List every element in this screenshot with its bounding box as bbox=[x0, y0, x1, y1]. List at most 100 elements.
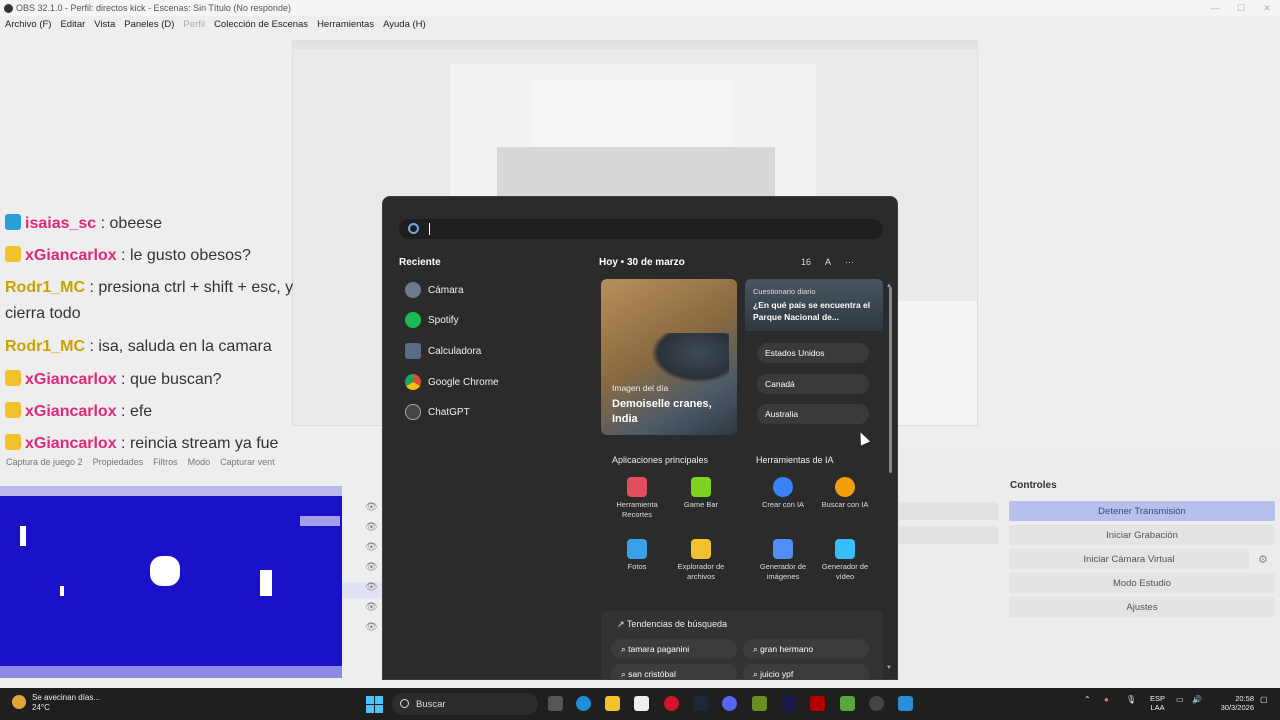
tray-chevron-icon[interactable]: ⌃ bbox=[1084, 695, 1091, 704]
eye-icon[interactable]: 👁 bbox=[365, 562, 378, 573]
trends-title: ↗ Tendencias de búsqueda bbox=[617, 619, 727, 629]
premiere-icon[interactable] bbox=[781, 696, 796, 711]
microphone-icon[interactable]: 🎙 bbox=[1126, 695, 1136, 704]
settings-button[interactable]: Ajustes bbox=[1009, 597, 1275, 617]
studio-mode-button[interactable]: Modo Estudio bbox=[1009, 573, 1275, 593]
trend-chip[interactable]: ⌕ tamara paganini bbox=[611, 639, 737, 659]
preview-nested-titlebar bbox=[293, 41, 977, 49]
eye-icon[interactable]: 👁 bbox=[365, 542, 378, 553]
edge-icon[interactable] bbox=[576, 696, 591, 711]
app-image-generator[interactable]: Generador de imágenes bbox=[753, 539, 813, 582]
obs-icon[interactable] bbox=[869, 696, 884, 711]
volume-icon[interactable]: 🔊 bbox=[1192, 695, 1202, 704]
notifications-icon[interactable]: ▢ bbox=[1260, 695, 1268, 704]
trend-chip[interactable]: ⌕ gran hermano bbox=[743, 639, 869, 659]
crown-badge-icon bbox=[5, 246, 21, 262]
app-snipping-tool[interactable]: Herramienta Recortes bbox=[607, 477, 667, 520]
quiz-option[interactable]: Canadá bbox=[757, 374, 869, 394]
maximize-button[interactable]: ☐ bbox=[1228, 0, 1254, 16]
store-icon[interactable] bbox=[634, 696, 649, 711]
menu-paneles[interactable]: Paneles (D) bbox=[124, 19, 174, 30]
eye-icon[interactable]: 👁 bbox=[365, 582, 378, 593]
menu-editar[interactable]: Editar bbox=[60, 19, 85, 30]
quiz-option[interactable]: Estados Unidos bbox=[757, 343, 869, 363]
eye-icon[interactable]: 👁 bbox=[365, 522, 378, 533]
clock[interactable]: 20:58 30/3/2026 bbox=[1210, 694, 1254, 712]
trend-chip[interactable]: ⌕ juicio ypf bbox=[743, 664, 869, 679]
language-indicator[interactable]: ESP LAA bbox=[1150, 694, 1165, 712]
minecraft-icon[interactable] bbox=[752, 696, 767, 711]
title-bar: OBS 32.1.0 - Perfil: directos kick - Esc… bbox=[0, 0, 1280, 16]
taskbar-search[interactable]: Buscar bbox=[392, 693, 538, 715]
minimize-button[interactable]: — bbox=[1202, 0, 1228, 16]
menu-vista[interactable]: Vista bbox=[94, 19, 115, 30]
properties-button[interactable]: Propiedades bbox=[93, 457, 144, 467]
font-button[interactable]: A bbox=[825, 257, 831, 267]
daily-quiz-card[interactable]: Cuestionario diario ¿En qué país se encu… bbox=[745, 279, 883, 435]
start-recording-button[interactable]: Iniciar Grabación bbox=[1009, 525, 1275, 545]
start-search-input[interactable] bbox=[399, 219, 883, 239]
stop-streaming-button[interactable]: Detener Transmisión bbox=[1009, 501, 1275, 521]
start-scrollbar[interactable] bbox=[889, 287, 892, 473]
source-name[interactable]: Captura de juego 2 bbox=[6, 457, 83, 467]
search-trends-card: ↗ Tendencias de búsqueda ⌕ tamara pagani… bbox=[601, 611, 883, 679]
app-create-with-ai[interactable]: Crear con IA bbox=[753, 477, 813, 510]
app-game-bar[interactable]: Game Bar bbox=[671, 477, 731, 510]
menu-ayuda[interactable]: Ayuda (H) bbox=[383, 19, 426, 30]
trophy-count[interactable]: 16 bbox=[801, 257, 811, 267]
menu-bar: Archivo (F) Editar Vista Paneles (D) Per… bbox=[0, 16, 1280, 32]
recent-item-chatgpt[interactable]: ChatGPT bbox=[405, 401, 470, 423]
search-ai-icon bbox=[835, 477, 855, 497]
task-view-icon[interactable] bbox=[548, 696, 563, 711]
more-button[interactable]: ··· bbox=[845, 257, 854, 267]
image-card-title: Demoiselle cranes, India bbox=[612, 398, 712, 425]
badge-icon bbox=[5, 214, 21, 230]
acrobat-icon[interactable] bbox=[810, 696, 825, 711]
windows-start-button[interactable] bbox=[366, 696, 383, 713]
app-search-with-ai[interactable]: Buscar con IA bbox=[815, 477, 875, 510]
camera-icon bbox=[405, 282, 421, 298]
recent-item-spotify[interactable]: Spotify bbox=[405, 309, 459, 331]
crane-image bbox=[651, 333, 729, 383]
main-apps-section: Aplicaciones principales Herramienta Rec… bbox=[601, 447, 741, 597]
chat-message: isaias_sc : obeese bbox=[5, 214, 162, 233]
image-of-day-card[interactable]: Imagen del día Demoiselle cranes, India bbox=[601, 279, 737, 435]
chat-message: xGiancarlox : reincia stream ya fue bbox=[5, 434, 278, 453]
eye-icon[interactable]: 👁 bbox=[365, 602, 378, 613]
capture-window-select[interactable]: Capturar vent bbox=[220, 457, 275, 467]
weather-icon bbox=[12, 695, 26, 709]
eye-icon[interactable]: 👁 bbox=[365, 622, 378, 633]
trend-chip[interactable]: ⌕ san cristóbal bbox=[611, 664, 737, 679]
recent-item-calculadora[interactable]: Calculadora bbox=[405, 340, 481, 362]
app-photos[interactable]: Fotos bbox=[607, 539, 667, 572]
steam-icon[interactable] bbox=[693, 696, 708, 711]
quiz-option[interactable]: Australia bbox=[757, 404, 869, 424]
close-button[interactable]: ✕ bbox=[1254, 0, 1280, 16]
eye-icon[interactable]: 👁 bbox=[365, 502, 378, 513]
game-launcher-icon[interactable] bbox=[840, 696, 855, 711]
video-generator-icon bbox=[835, 539, 855, 559]
app-icon[interactable] bbox=[898, 696, 913, 711]
discord-icon[interactable] bbox=[722, 696, 737, 711]
network-icon[interactable]: ▭ bbox=[1176, 695, 1184, 704]
chat-message-continued: cierra todo bbox=[5, 305, 81, 322]
app-video-generator[interactable]: Generador de vídeo bbox=[815, 539, 875, 582]
opera-icon[interactable] bbox=[664, 696, 679, 711]
recent-item-chrome[interactable]: Google Chrome bbox=[405, 371, 499, 393]
recent-item-camara[interactable]: Cámara bbox=[405, 279, 464, 301]
preview-nested-controls bbox=[893, 301, 977, 425]
scroll-down-arrow[interactable]: ▼ bbox=[886, 665, 892, 671]
menu-archivo[interactable]: Archivo (F) bbox=[5, 19, 51, 30]
menu-herramientas[interactable]: Herramientas bbox=[317, 19, 374, 30]
filters-button[interactable]: Filtros bbox=[153, 457, 178, 467]
weather-widget[interactable]: Se avecinan días... 24°C bbox=[12, 693, 100, 713]
gear-icon[interactable]: ⚙ bbox=[1258, 553, 1268, 566]
start-virtual-camera-button[interactable]: Iniciar Cámara Virtual bbox=[1009, 549, 1249, 569]
file-explorer-icon[interactable] bbox=[605, 696, 620, 711]
mode-label: Modo bbox=[187, 457, 211, 467]
menu-perfil[interactable]: Perfil bbox=[183, 19, 205, 30]
trend-arrow-icon: ↗ bbox=[617, 619, 627, 629]
tray-app-icon[interactable]: ● bbox=[1104, 695, 1109, 704]
app-file-explorer[interactable]: Explorador de archivos bbox=[671, 539, 731, 582]
menu-coleccion[interactable]: Colección de Escenas bbox=[214, 19, 308, 30]
